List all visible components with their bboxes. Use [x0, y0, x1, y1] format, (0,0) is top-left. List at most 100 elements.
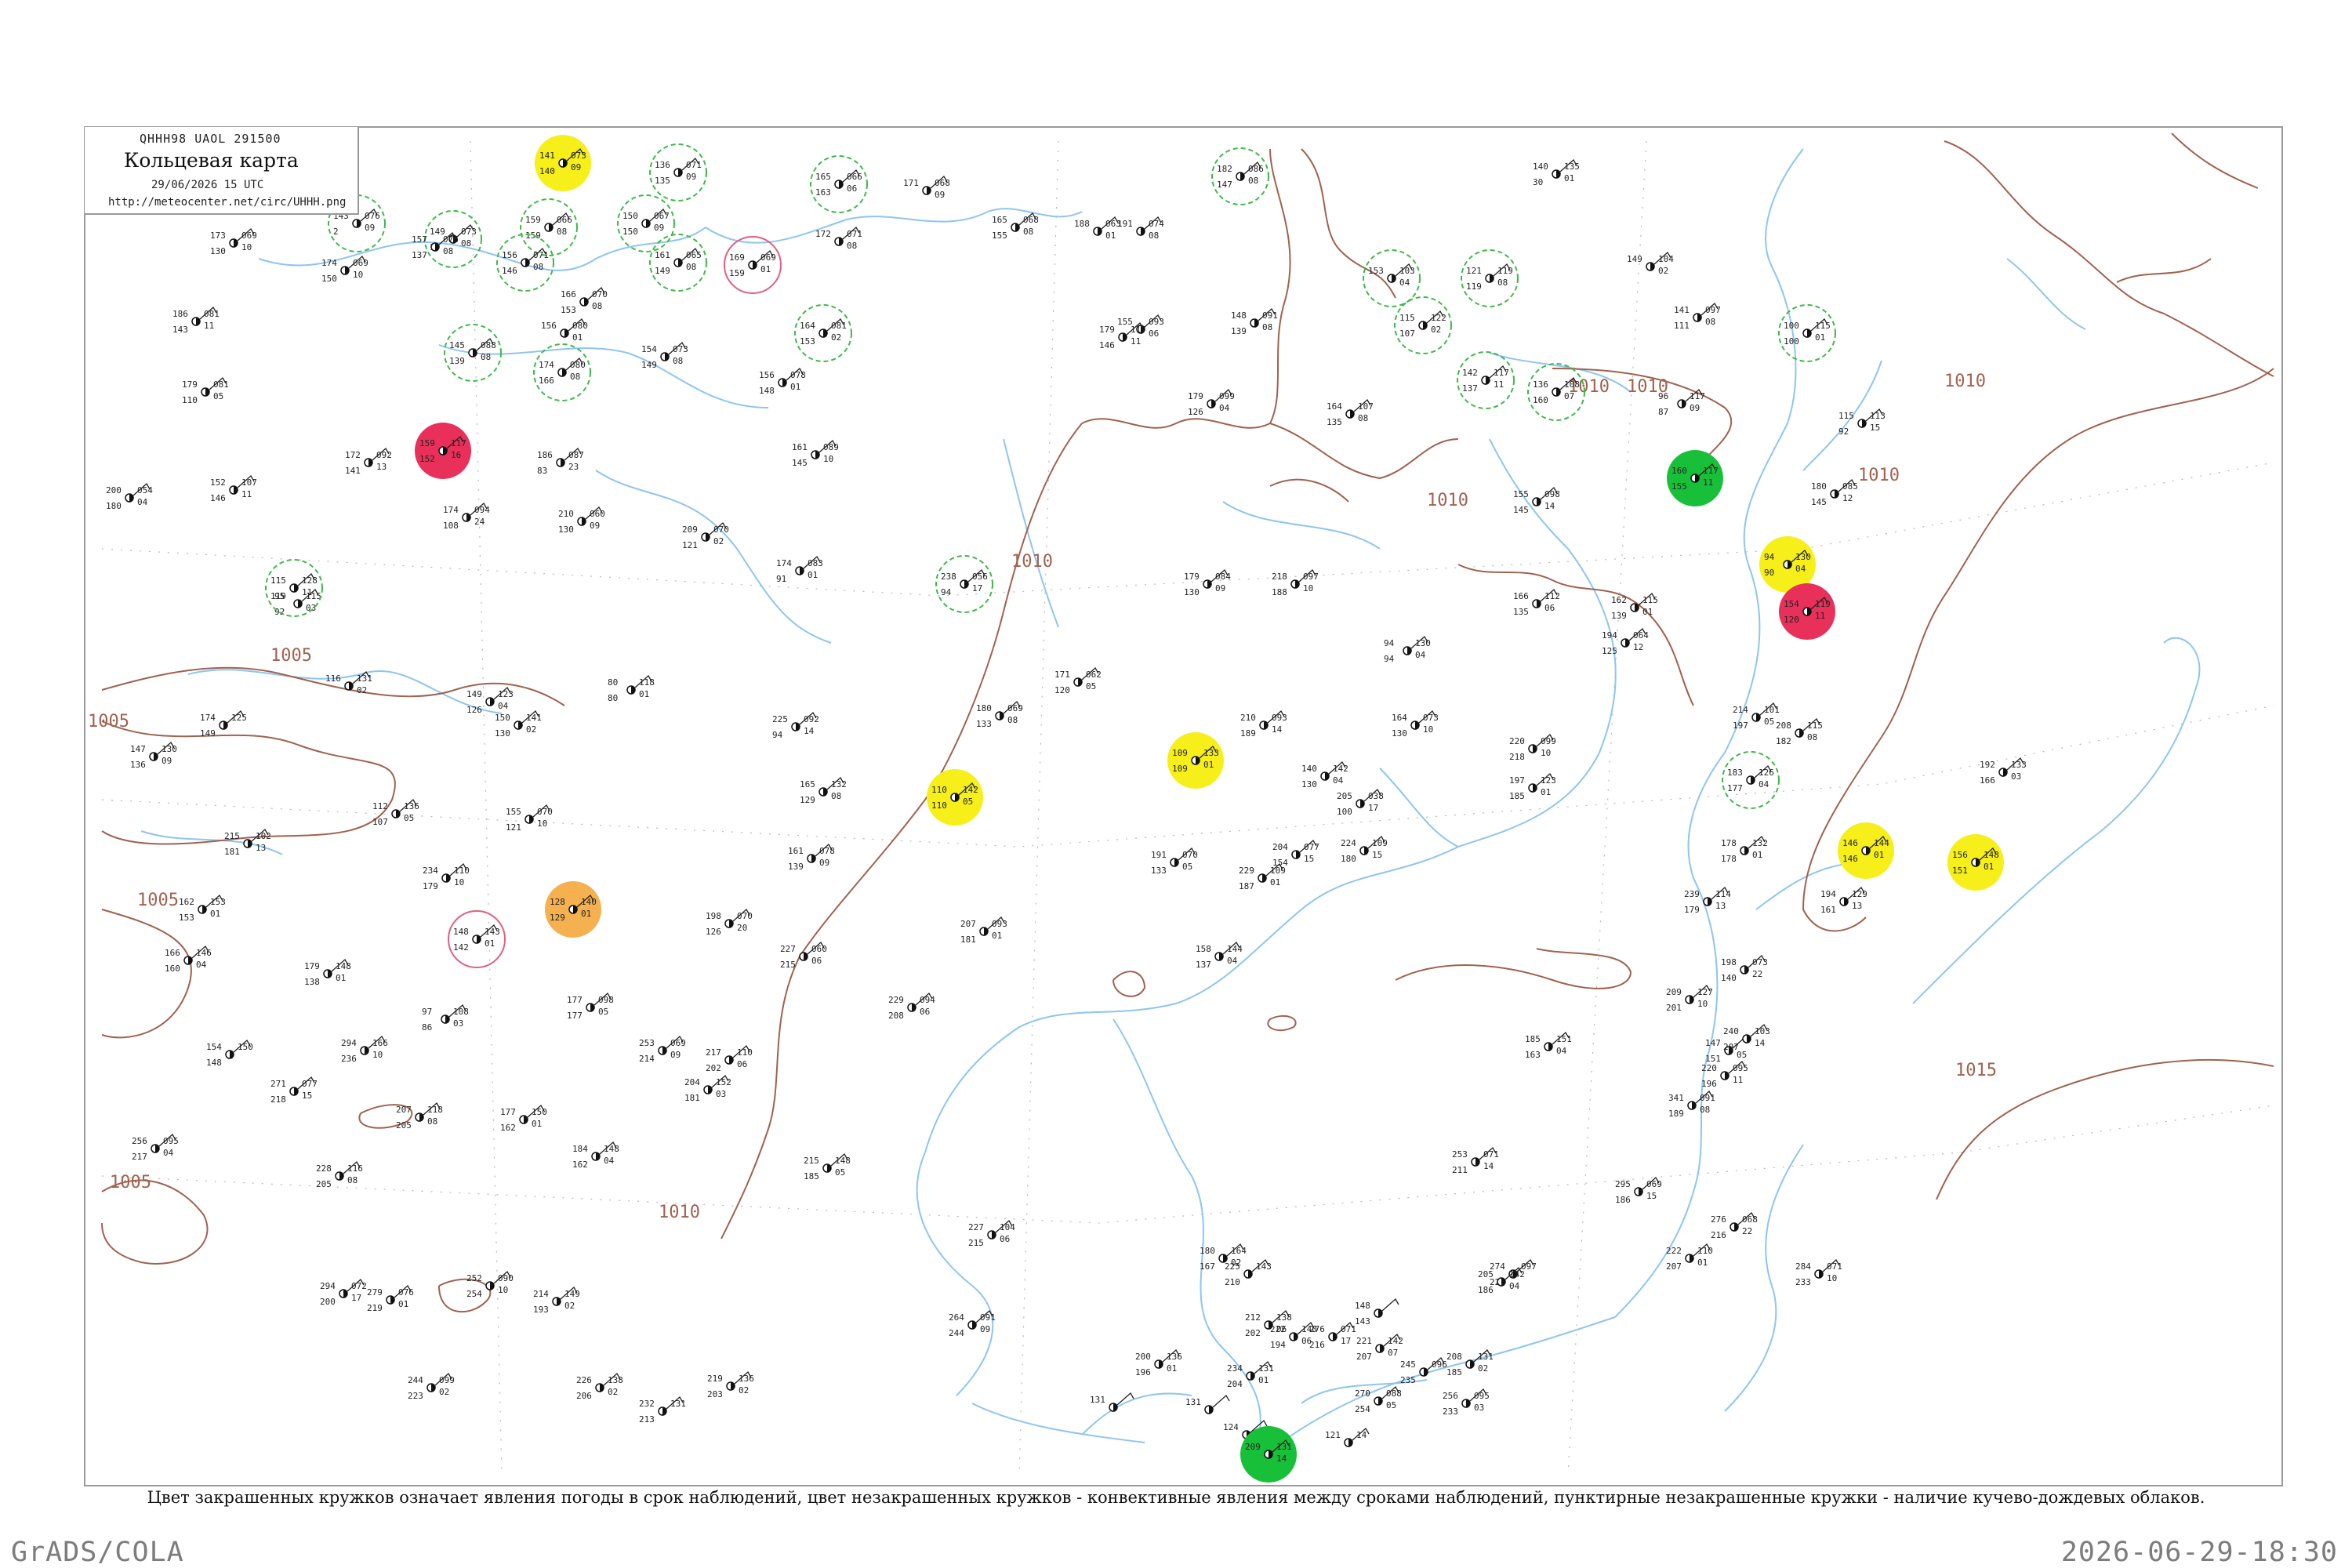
- station-model[interactable]: 180 08512 145: [1811, 478, 1858, 507]
- station-model[interactable]: 174 083 01 91: [776, 555, 823, 584]
- station-model[interactable]: 227 060 06 215: [780, 941, 827, 970]
- station-model[interactable]: 215 14805 185: [804, 1152, 851, 1181]
- station-model[interactable]: 224 109 15 180: [1341, 835, 1388, 864]
- station-model[interactable]: 185 151 04 163: [1525, 1031, 1572, 1060]
- station-model[interactable]: 166 112 06 135: [1513, 588, 1560, 617]
- station-model[interactable]: 148 14301 142: [448, 910, 506, 968]
- station-model[interactable]: 165 06606 163: [810, 155, 868, 213]
- station-model[interactable]: 227 104 06 215: [968, 1219, 1015, 1248]
- station-model[interactable]: 165 132 08 129: [800, 776, 847, 805]
- station-model[interactable]: 157 07608 137: [412, 231, 459, 260]
- station-model[interactable]: 121 119 08 119: [1461, 249, 1519, 307]
- station-model[interactable]: 158 144 04 137: [1196, 941, 1243, 970]
- map-url[interactable]: http://meteocenter.net/circ/UHHH.png: [108, 196, 346, 209]
- station-model[interactable]: 179 11711 146: [1099, 321, 1146, 350]
- station-model[interactable]: 165 068 08 155: [992, 212, 1039, 241]
- station-model[interactable]: 169 06901 159: [724, 236, 782, 294]
- station-model[interactable]: 184 148 04 162: [572, 1141, 619, 1170]
- station-model[interactable]: 96 117 09 87: [1658, 388, 1705, 417]
- station-model[interactable]: 121 14: [1325, 1427, 1370, 1447]
- station-model[interactable]: 270 08805 254: [1355, 1385, 1402, 1414]
- station-model[interactable]: 222 110 01 207: [1666, 1243, 1713, 1272]
- station-model[interactable]: 174 094 24 108: [443, 502, 490, 531]
- station-model[interactable]: 160 11711 155: [1667, 450, 1723, 506]
- station-model[interactable]: 295 069 15 186: [1615, 1176, 1662, 1205]
- station-model[interactable]: 225 143 210: [1225, 1258, 1272, 1287]
- station-model[interactable]: 140 14204 130: [1301, 760, 1348, 789]
- station-model[interactable]: 197 12301 185: [1509, 772, 1556, 801]
- station-model[interactable]: 253 069 09 214: [639, 1035, 686, 1064]
- station-model[interactable]: 164 07310 130: [1392, 710, 1439, 739]
- station-model[interactable]: 215 102 13 181: [224, 828, 271, 857]
- station-model[interactable]: 147 130 09 136: [130, 741, 177, 770]
- station-model[interactable]: 245 096 235: [1400, 1356, 1447, 1385]
- station-model[interactable]: 136 071 09 135: [649, 143, 707, 201]
- station-model[interactable]: 171 06205 120: [1054, 666, 1102, 695]
- station-model[interactable]: 148 143: [1355, 1298, 1399, 1327]
- station-model[interactable]: 112 136 05 107: [372, 798, 419, 827]
- station-model[interactable]: 194 129 13 161: [1820, 886, 1867, 915]
- station-model[interactable]: 161 078 09 139: [788, 843, 835, 872]
- station-model[interactable]: 162 153 01 153: [179, 894, 226, 923]
- station-model[interactable]: 156 148 01 151: [1947, 834, 2004, 891]
- station-model[interactable]: 218 09710 188: [1272, 568, 1319, 597]
- station-model[interactable]: 179 08105 110: [182, 376, 229, 405]
- station-model[interactable]: 152 10711 146: [210, 474, 257, 503]
- station-model[interactable]: 97 10803 86: [422, 1004, 469, 1033]
- station-model[interactable]: 94 130 04 94: [1384, 635, 1431, 664]
- station-model[interactable]: 145 088 08 139: [444, 324, 502, 382]
- station-model[interactable]: 128 140 01 129: [545, 881, 601, 938]
- station-model[interactable]: 226 138 02 206: [576, 1372, 623, 1401]
- station-model[interactable]: 174 080 08 166: [533, 343, 591, 401]
- station-model[interactable]: 229 10901 187: [1239, 862, 1286, 891]
- station-model[interactable]: 182 086 08 147: [1211, 147, 1269, 205]
- station-model[interactable]: 131: [1185, 1394, 1230, 1414]
- station-model[interactable]: 164 08102 153: [794, 304, 852, 362]
- station-model[interactable]: 164 10708 135: [1327, 398, 1374, 427]
- station-model[interactable]: 276 06822 216: [1711, 1211, 1758, 1240]
- station-model[interactable]: 234 11010 179: [423, 862, 470, 891]
- station-model[interactable]: 253 07114 211: [1452, 1146, 1499, 1175]
- station-model[interactable]: 225 092 14 94: [772, 711, 819, 740]
- station-model[interactable]: 210 060 09 130: [558, 506, 605, 535]
- station-model[interactable]: 177 098 05 177: [567, 992, 614, 1021]
- station-model[interactable]: 186 081 11 143: [172, 306, 220, 335]
- station-model[interactable]: 244 099 02 223: [408, 1372, 455, 1401]
- station-model[interactable]: 208 13102 185: [1446, 1348, 1494, 1377]
- station-model[interactable]: 115 122 02 107: [1394, 296, 1452, 354]
- station-model[interactable]: 179 08409 130: [1184, 568, 1231, 597]
- station-model[interactable]: 148 09108 139: [1231, 307, 1278, 336]
- station-model[interactable]: 166 146 04 160: [165, 945, 212, 974]
- station-model[interactable]: 212 13806 202: [1245, 1309, 1292, 1338]
- station-model[interactable]: 208 11508 182: [1776, 717, 1823, 746]
- station-model[interactable]: 209 131 14: [1240, 1426, 1297, 1483]
- station-model[interactable]: 192 13303 166: [1980, 757, 2027, 786]
- station-model[interactable]: 149 104 02: [1627, 251, 1674, 276]
- station-model[interactable]: 154 119 11 120: [1779, 583, 1835, 640]
- station-model[interactable]: 150 14102 130: [495, 710, 542, 739]
- station-model[interactable]: 109 133 01 109: [1167, 732, 1224, 789]
- station-model[interactable]: 209 127 10 201: [1666, 984, 1713, 1013]
- station-model[interactable]: 186 087 23 83: [537, 447, 584, 476]
- station-model[interactable]: 217 11006 202: [706, 1044, 753, 1073]
- station-model[interactable]: 141 07309 140: [535, 135, 591, 191]
- station-model[interactable]: 156 08001: [541, 318, 588, 343]
- station-model[interactable]: 110 142 05 110: [927, 769, 983, 826]
- station-model[interactable]: 210 09314 189: [1240, 710, 1287, 739]
- station-model[interactable]: 154 073 08 149: [641, 341, 688, 370]
- station-model[interactable]: 177 150 01 162: [500, 1104, 547, 1133]
- station-model[interactable]: 173 06910 130: [210, 227, 257, 256]
- station-model[interactable]: 214 101 05 197: [1733, 702, 1780, 731]
- station-model[interactable]: 238 05617 94: [935, 555, 993, 613]
- station-model[interactable]: 256 095 03 233: [1443, 1388, 1490, 1417]
- station-model[interactable]: 116 13102: [325, 670, 372, 695]
- station-model[interactable]: 279 07601 219: [367, 1284, 414, 1313]
- station-model[interactable]: 234 13101 204: [1227, 1360, 1274, 1389]
- station-model[interactable]: 154 150 148: [206, 1039, 253, 1068]
- station-model[interactable]: 174 125 149: [200, 710, 247, 739]
- station-model[interactable]: 221 142 07 207: [1356, 1333, 1403, 1362]
- station-model[interactable]: 140 13501 30: [1533, 158, 1580, 187]
- station-model[interactable]: 220 095 11 196: [1701, 1060, 1748, 1089]
- station-model[interactable]: 153 103 04: [1363, 249, 1421, 307]
- station-model[interactable]: 166 070 08 153: [561, 286, 608, 315]
